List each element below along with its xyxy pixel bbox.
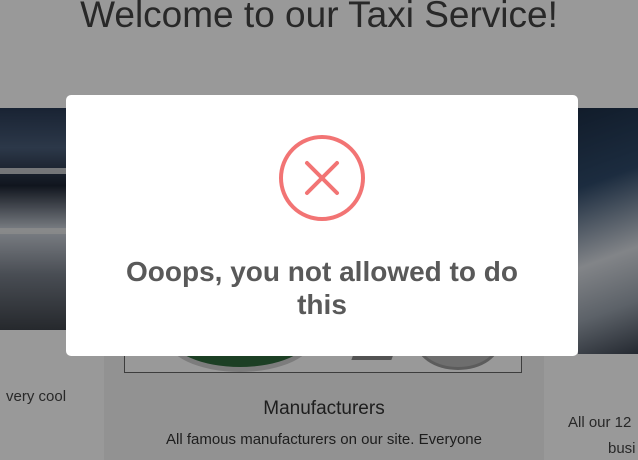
page: Welcome to our Taxi Service! very cool M… <box>0 0 638 460</box>
modal-title: Ooops, you not allowed to do this <box>126 256 518 320</box>
error-modal: Ooops, you not allowed to do this <box>66 95 578 356</box>
error-x-icon <box>279 135 365 221</box>
